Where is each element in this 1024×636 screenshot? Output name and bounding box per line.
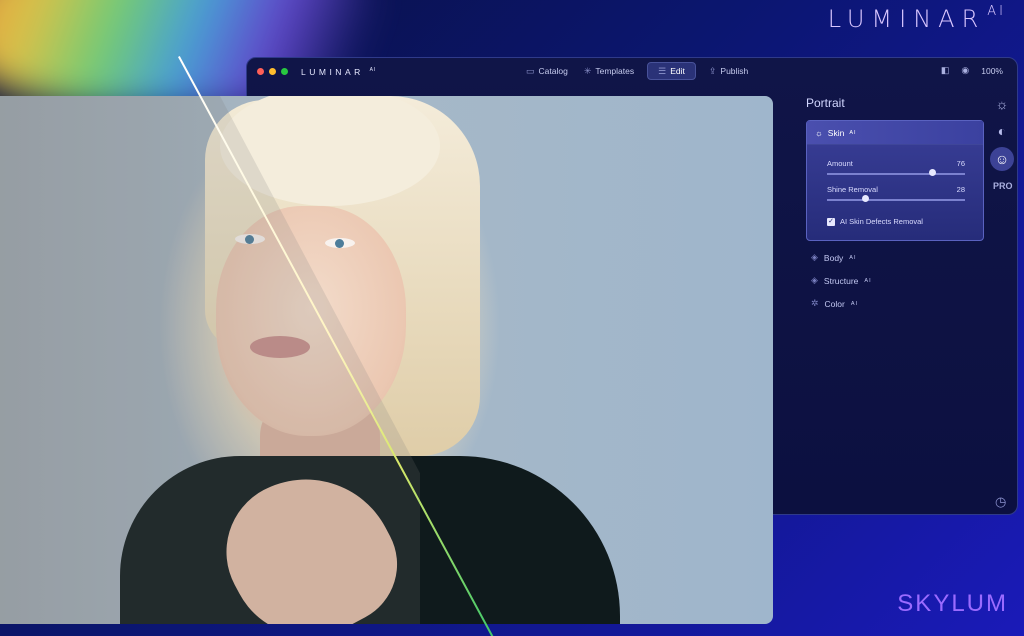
skin-tool-header[interactable]: ☼ Skin AI [807,121,983,145]
titlebar-right: ◧ ◉ 100% [941,65,1003,76]
zoom-level[interactable]: 100% [981,66,1003,76]
nav-publish[interactable]: ⇪ Publish [706,62,751,80]
pro-tab[interactable]: PRO [993,181,1013,191]
ai-badge: AI [849,254,857,261]
amount-slider[interactable]: Amount 76 [827,159,965,176]
sun-icon[interactable]: ☼ [990,92,1014,116]
close-button[interactable] [257,68,264,75]
face-icon[interactable]: ☺ [990,147,1014,171]
minimize-button[interactable] [269,68,276,75]
amount-thumb[interactable] [929,169,936,176]
window-controls [257,68,288,75]
tool-structure[interactable]: ◈ Structure AI [811,275,872,286]
ai-badge: AI [849,129,857,136]
skylum-logo: SKYLUM [897,590,1008,617]
ai-badge: AI [864,277,872,284]
palette-icon[interactable]: ◐ [990,119,1014,143]
maximize-button[interactable] [281,68,288,75]
shine-removal-track[interactable] [827,199,965,201]
nav-catalog[interactable]: ▭ Catalog [523,62,571,80]
skin-defects-checkbox[interactable]: ✓ [827,217,835,226]
ai-badge: AI [850,300,859,307]
nav-catalog-label: Catalog [538,66,568,76]
nav-publish-label: Publish [720,66,749,76]
nav-edit[interactable]: ☰ Edit [647,62,696,80]
sliders-icon: ☰ [658,65,667,76]
tool-body[interactable]: ◈ Body AI [811,252,857,263]
panel-title: Portrait [806,96,845,110]
amount-track[interactable] [827,173,965,175]
top-nav: ▭ Catalog ✳ Templates ☰ Edit ⇪ Publish [523,62,751,80]
shine-removal-thumb[interactable] [862,195,869,202]
skin-defects-checkbox-row[interactable]: ✓ AI Skin Defects Removal [827,217,923,226]
amount-label: Amount [827,159,853,168]
amount-value: 76 [956,159,965,168]
clock-icon[interactable]: ◷ [995,494,1006,510]
skin-tool-card: ☼ Skin AI Amount 76 Shine Removal 28 ✓ A… [806,120,984,241]
skin-icon: ☼ [815,127,823,138]
nav-templates[interactable]: ✳ Templates [581,62,637,80]
nav-templates-label: Templates [595,66,635,76]
tool-color-label: Color [824,298,845,309]
eye-icon[interactable]: ◉ [961,65,969,76]
sparkle-icon: ✳ [583,65,592,76]
structure-icon: ◈ [811,275,818,285]
brand-logo: LUMINAR AI [827,4,1006,33]
share-icon: ⇪ [708,65,717,76]
shine-removal-slider[interactable]: Shine Removal 28 [827,185,965,202]
shine-removal-label: Shine Removal [827,185,878,194]
nav-edit-label: Edit [670,66,685,76]
body-icon: ◈ [811,252,818,262]
folder-icon: ▭ [526,65,535,76]
shine-removal-value: 28 [956,185,965,194]
tool-body-label: Body [823,252,844,263]
compare-icon[interactable]: ◧ [941,65,950,76]
skin-label: Skin [827,127,845,138]
right-eye [325,238,355,248]
tool-color[interactable]: ✲ Color AI [811,298,858,309]
color-icon: ✲ [811,298,819,308]
skin-defects-label: AI Skin Defects Removal [840,217,923,226]
titlebar: LUMINAR AI ▭ Catalog ✳ Templates ☰ Edit … [247,58,1017,85]
tool-structure-label: Structure [823,275,859,286]
app-logo: LUMINAR AI [301,66,377,77]
